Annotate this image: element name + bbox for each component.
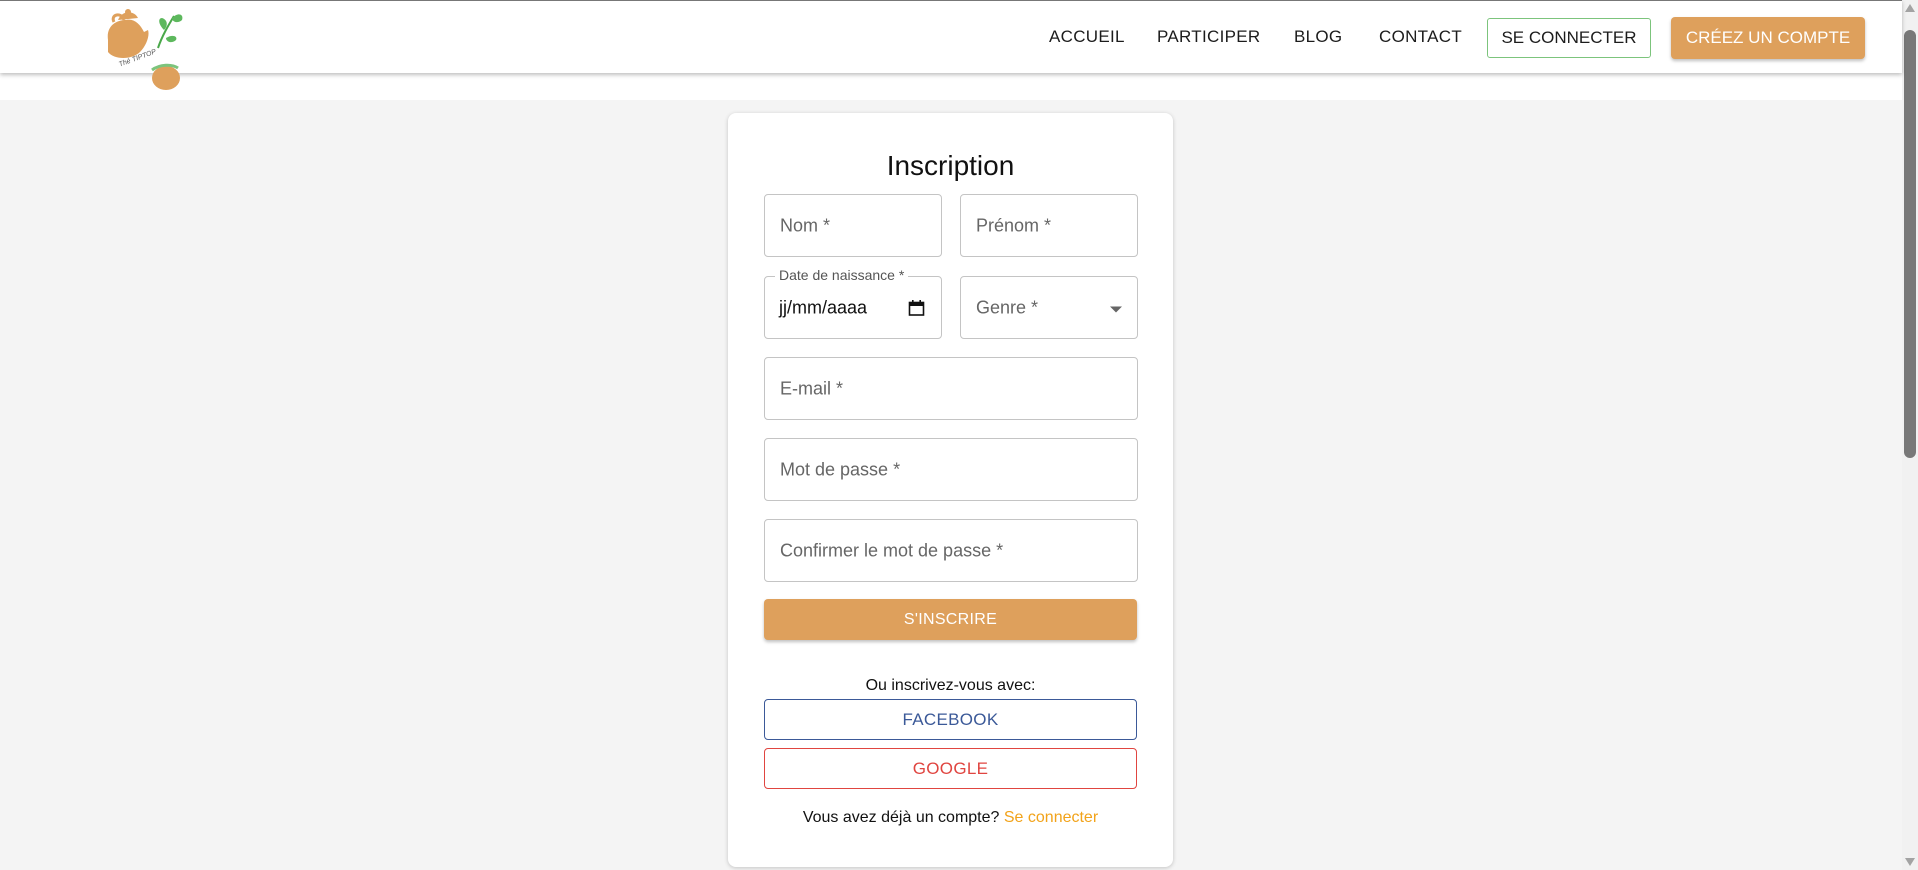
nav-link-contact[interactable]: CONTACT [1379, 27, 1462, 47]
page-scrollbar[interactable] [1902, 0, 1918, 870]
brand-logo[interactable]: Thé TIPTOP [100, 8, 192, 94]
password-input[interactable]: Mot de passe * [764, 438, 1138, 501]
birthdate-input[interactable]: Date de naissance * jj/mm/aaaa [764, 267, 942, 339]
create-account-button[interactable]: CRÉEZ UN COMPTE [1671, 17, 1865, 59]
scrollbar-thumb[interactable] [1904, 30, 1916, 458]
signup-card: Inscription Nom * Prénom * Date de naiss… [728, 113, 1173, 867]
email-placeholder: E-mail * [780, 378, 844, 398]
facebook-signup-button[interactable]: FACEBOOK [764, 699, 1137, 740]
scroll-up-icon[interactable] [1905, 4, 1915, 12]
google-signup-button[interactable]: GOOGLE [764, 748, 1137, 789]
nom-placeholder: Nom * [780, 215, 831, 235]
birthdate-value: jj/mm/aaaa [779, 297, 868, 317]
confirm-password-placeholder: Confirmer le mot de passe * [780, 540, 1004, 560]
top-navbar: ACCUEIL PARTICIPER BLOG CONTACT SE CONNE… [0, 0, 1902, 73]
login-button[interactable]: SE CONNECTER [1487, 18, 1651, 58]
birthdate-label: Date de naissance * [775, 267, 909, 283]
email-input[interactable]: E-mail * [764, 357, 1138, 420]
genre-select[interactable]: Genre * [960, 276, 1138, 339]
login-link[interactable]: Se connecter [1004, 809, 1098, 826]
calendar-icon[interactable] [908, 299, 925, 316]
prenom-placeholder: Prénom * [976, 215, 1052, 235]
login-prompt: Vous avez déjà un compte? Se connecter [728, 809, 1173, 827]
prenom-input[interactable]: Prénom * [960, 194, 1138, 257]
scroll-down-icon[interactable] [1905, 858, 1915, 866]
chevron-down-icon [1110, 306, 1122, 312]
nav-link-participer[interactable]: PARTICIPER [1157, 27, 1260, 47]
genre-placeholder: Genre * [976, 297, 1039, 317]
nom-input[interactable]: Nom * [764, 194, 942, 257]
nav-link-accueil[interactable]: ACCUEIL [1049, 27, 1125, 47]
confirm-password-input[interactable]: Confirmer le mot de passe * [764, 519, 1138, 582]
social-signup-label: Ou inscrivez-vous avec: [865, 677, 1036, 694]
form-title: Inscription [886, 150, 1015, 181]
header-spacer [0, 73, 1902, 100]
have-account-text: Vous avez déjà un compte? [802, 809, 1000, 826]
nav-link-blog[interactable]: BLOG [1294, 27, 1342, 47]
signup-button[interactable]: S'INSCRIRE [764, 599, 1137, 640]
password-placeholder: Mot de passe * [780, 459, 901, 479]
